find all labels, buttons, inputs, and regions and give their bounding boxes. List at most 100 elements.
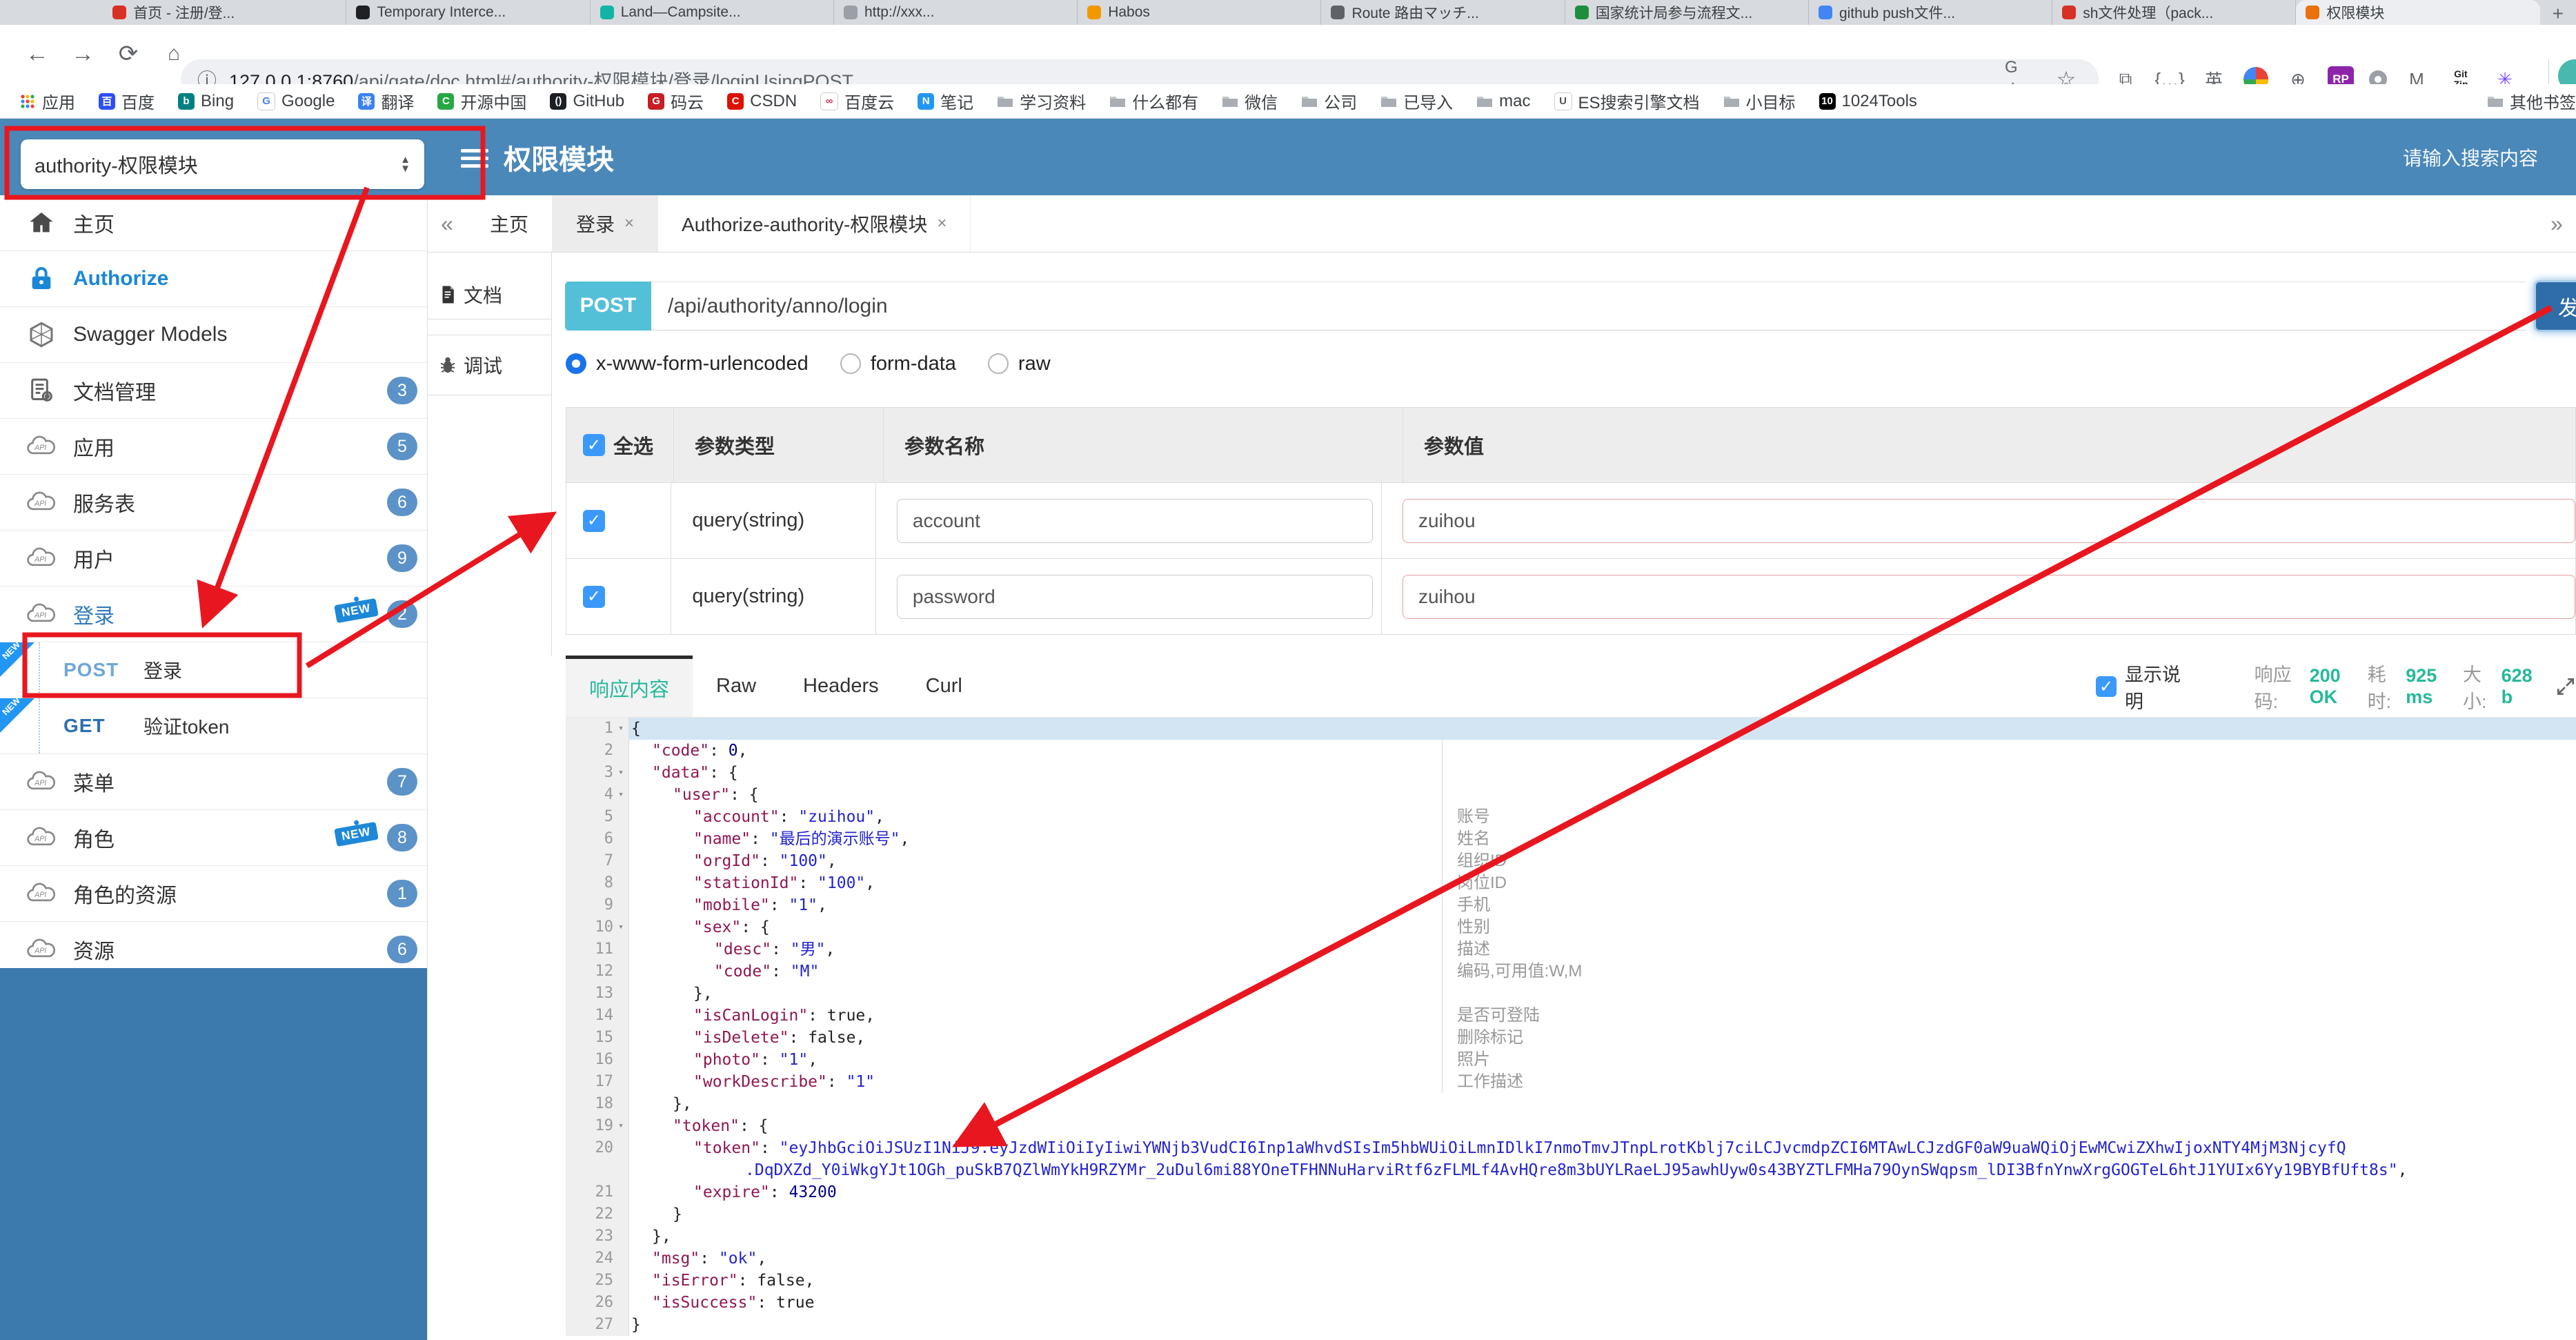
sidebar-item-应用[interactable]: API 应用 5 bbox=[0, 419, 427, 475]
browser-tab[interactable]: 权限模块 bbox=[2296, 0, 2540, 25]
fold-icon[interactable]: ▾ bbox=[613, 916, 628, 938]
bookmark-item[interactable]: 什么都有 bbox=[1109, 89, 1198, 113]
sidebar-item-Swagger Models[interactable]: Swagger Models bbox=[0, 307, 427, 363]
sidebar-item-主页[interactable]: 主页 bbox=[0, 195, 427, 251]
param-checkbox[interactable]: ✓ bbox=[583, 509, 605, 532]
bookmark-item[interactable]: 10 1024Tools bbox=[1819, 92, 1917, 111]
json-line: 22} bbox=[566, 1203, 2576, 1225]
bookmark-item[interactable]: 已导入 bbox=[1380, 89, 1453, 113]
sidebar-item-菜单[interactable]: API 菜单 7 bbox=[0, 754, 427, 810]
collapse-tabs-icon[interactable]: « bbox=[428, 195, 466, 252]
new-ribbon: NEW bbox=[0, 639, 34, 677]
browser-tab[interactable]: Temporary Interce... bbox=[346, 0, 591, 25]
param-value-input[interactable]: zuihou bbox=[1403, 498, 2575, 543]
bookmark-item[interactable]: 译翻译 bbox=[358, 89, 414, 113]
browser-tab[interactable]: Habos bbox=[1078, 0, 1322, 25]
browser-tab[interactable]: sh文件处理（pack... bbox=[2052, 0, 2297, 25]
response-json-editor[interactable]: 1 ▾{2 "code": 0, 3 ▾ "data": {4 ▾ "user": {5 "ac… bbox=[566, 718, 2576, 1340]
fold-icon[interactable]: ▾ bbox=[613, 718, 628, 740]
browser-tab[interactable]: 首页 - 注册/登... bbox=[103, 0, 347, 25]
browser-tab-title: sh文件处理（pack... bbox=[2083, 6, 2214, 21]
bookmark-item[interactable]: G 码云 bbox=[648, 89, 704, 113]
browser-tab[interactable]: http://xxx... bbox=[834, 0, 1078, 25]
forward-icon[interactable]: → bbox=[63, 35, 102, 73]
body-type-raw[interactable]: raw bbox=[987, 353, 1051, 375]
side-tab-调试[interactable]: 调试 bbox=[428, 335, 551, 395]
sidebar-item-登录[interactable]: API 登录 NEW 2 bbox=[0, 587, 427, 642]
sidebar-item-文档管理[interactable]: 文档管理 3 bbox=[0, 363, 427, 419]
sidebar-endpoint-get[interactable]: NEW GET 验证token bbox=[0, 695, 427, 754]
fold-icon[interactable]: ▾ bbox=[613, 1115, 628, 1137]
back-icon[interactable]: ← bbox=[18, 35, 57, 73]
bookmark-item[interactable]: C CSDN bbox=[727, 92, 797, 111]
doc-tab-Authorize-authority-权限模块[interactable]: Authorize-authority-权限模块 × bbox=[658, 195, 971, 252]
bookmark-item[interactable]: C 开源中国 bbox=[437, 89, 526, 113]
bookmark-item[interactable]: 应用 bbox=[19, 89, 75, 113]
browser-tab[interactable]: 国家统计局参与流程文... bbox=[1565, 0, 1809, 25]
favicon bbox=[843, 6, 858, 19]
browser-tab-title: Habos bbox=[1108, 4, 1150, 20]
bookmark-item[interactable]: b Bing bbox=[178, 92, 234, 111]
doc-nav-tabs: « 主页 登录 × Authorize-authority-权限模块 × » bbox=[428, 195, 2576, 253]
fullscreen-icon[interactable] bbox=[2555, 676, 2576, 697]
bookmark-item[interactable]: () GitHub bbox=[550, 92, 624, 111]
response-tab-Headers[interactable]: Headers bbox=[780, 656, 902, 717]
sidebar-item-用户[interactable]: API 用户 9 bbox=[0, 531, 427, 587]
close-icon[interactable]: × bbox=[937, 214, 947, 233]
doc-tab-登录[interactable]: 登录 × bbox=[553, 195, 659, 252]
doc-tab-主页[interactable]: 主页 bbox=[466, 195, 553, 252]
sidebar-item-服务表[interactable]: API 服务表 6 bbox=[0, 475, 427, 531]
show-desc-checkbox[interactable]: ✓ bbox=[2096, 676, 2117, 697]
bookmark-item[interactable]: 公司 bbox=[1301, 89, 1357, 113]
sidebar-item-label: 菜单 bbox=[73, 773, 115, 796]
bookmark-item[interactable]: U ES搜索引擎文档 bbox=[1554, 89, 1700, 113]
sidebar-item-Authorize[interactable]: Authorize bbox=[0, 251, 427, 307]
param-name-input[interactable]: account bbox=[896, 498, 1373, 543]
bookmark-item[interactable]: 小目标 bbox=[1723, 89, 1796, 113]
bookmark-item[interactable]: ∞ 百度云 bbox=[820, 89, 894, 113]
browser-tab[interactable]: github push文件... bbox=[1809, 0, 2053, 25]
module-select[interactable]: authority-权限模块 ▲ ▼ bbox=[21, 139, 424, 189]
bookmark-item[interactable]: N 笔记 bbox=[918, 89, 973, 113]
sidebar-item-label: Swagger Models bbox=[73, 323, 228, 346]
header-search-input[interactable]: 请输入搜索内容 bbox=[2403, 144, 2538, 171]
browser-tab-title: 国家统计局参与流程文... bbox=[1595, 6, 1753, 21]
radio-icon[interactable] bbox=[987, 353, 1009, 374]
sidebar-item-角色的资源[interactable]: API 角色的资源 1 bbox=[0, 866, 427, 922]
cloud-icon: API bbox=[23, 540, 59, 576]
json-line: 20 "token": "eyJhbGciOiJSUzI1NiJ9.eyJzdWI… bbox=[566, 1137, 2576, 1159]
side-tab-文档[interactable]: 文档 bbox=[428, 270, 551, 319]
param-name-input[interactable]: password bbox=[896, 574, 1373, 619]
select-all-checkbox[interactable]: ✓ bbox=[583, 434, 605, 456]
browser-tab[interactable]: Land—Campsite... bbox=[591, 0, 834, 25]
close-icon[interactable]: × bbox=[624, 214, 634, 233]
svg-text:API: API bbox=[34, 779, 46, 787]
sidebar-endpoint-post[interactable]: NEW POST 登录 bbox=[0, 639, 427, 698]
bookmark-item[interactable]: G Google bbox=[257, 92, 335, 111]
param-value-input[interactable]: zuihou bbox=[1403, 574, 2575, 619]
bookmark-item[interactable]: 学习资料 bbox=[997, 89, 1086, 113]
response-tab-Raw[interactable]: Raw bbox=[693, 656, 780, 717]
response-tab-响应内容[interactable]: 响应内容 bbox=[566, 656, 693, 717]
send-button[interactable]: 发送 bbox=[2534, 280, 2576, 332]
new-tab-button[interactable]: + bbox=[2540, 3, 2576, 25]
reload-icon[interactable]: ⟳ bbox=[109, 35, 148, 73]
expand-tabs-icon[interactable]: » bbox=[2537, 195, 2576, 252]
sidebar-item-角色[interactable]: API 角色 NEW 8 bbox=[0, 810, 427, 866]
body-type-x-www-form-urlencoded[interactable]: x-www-form-urlencoded bbox=[566, 353, 809, 375]
bookmark-item[interactable]: 微信 bbox=[1222, 89, 1278, 113]
fold-icon[interactable]: ▾ bbox=[613, 784, 628, 806]
param-checkbox[interactable]: ✓ bbox=[583, 585, 605, 608]
favicon: U bbox=[1554, 92, 1572, 110]
bookmark-item[interactable]: 其他书签 bbox=[2487, 89, 2576, 113]
body-type-form-data[interactable]: form-data bbox=[840, 353, 956, 375]
browser-tab[interactable]: Route 路由マッチ... bbox=[1321, 0, 1565, 25]
params-table: ✓ 全选 参数类型 参数名称 参数值 ✓ query(string) account z… bbox=[566, 407, 2576, 635]
fold-icon[interactable]: ▾ bbox=[613, 762, 628, 784]
radio-icon[interactable] bbox=[840, 353, 861, 374]
hamburger-icon[interactable] bbox=[461, 145, 488, 172]
radio-icon[interactable] bbox=[566, 353, 586, 374]
bookmark-item[interactable]: mac bbox=[1476, 92, 1531, 111]
response-tab-Curl[interactable]: Curl bbox=[902, 656, 986, 717]
bookmark-item[interactable]: 百百度 bbox=[99, 89, 155, 113]
